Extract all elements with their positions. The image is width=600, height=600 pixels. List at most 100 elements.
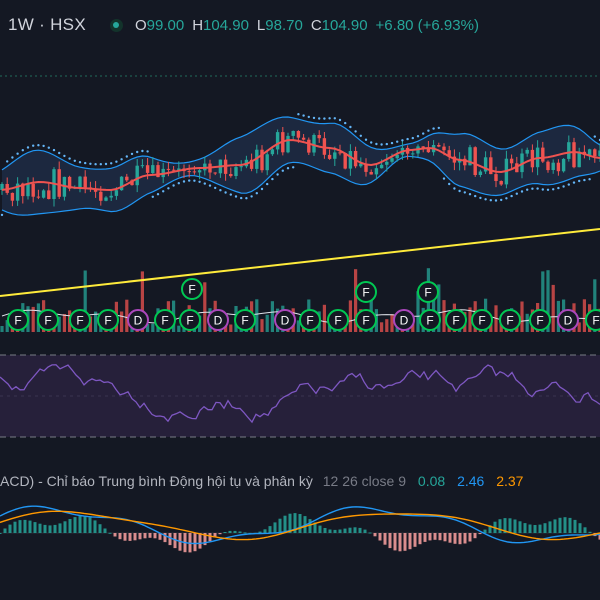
sar-dot <box>156 193 160 196</box>
macd-histogram-bar <box>0 533 2 534</box>
sar-dot <box>385 142 388 146</box>
sar-dot <box>250 195 253 198</box>
sar-dot <box>266 182 269 186</box>
event-marker-f[interactable]: F <box>179 309 201 331</box>
macd-header[interactable]: ACD) - Chỉ báo Trung bình Động hội tụ và… <box>0 473 523 489</box>
event-marker-f[interactable]: F <box>97 309 119 331</box>
candle-body <box>47 190 51 199</box>
event-marker-f[interactable]: F <box>419 309 441 331</box>
candle-body <box>31 183 35 197</box>
symbol-label[interactable]: 1W · HSX <box>8 15 86 35</box>
event-marker-f[interactable]: F <box>529 309 551 331</box>
sar-dot <box>359 134 362 137</box>
macd-histogram-bar <box>83 516 87 533</box>
sar-dot <box>99 163 103 166</box>
macd-histogram-bar <box>473 533 477 539</box>
candle-body <box>10 192 15 201</box>
event-marker-f[interactable]: F <box>181 278 203 300</box>
event-marker-d[interactable]: D <box>557 309 579 331</box>
high-key: H <box>192 16 204 34</box>
rsi-band-fill <box>0 355 600 437</box>
candle-body <box>307 139 311 153</box>
event-marker-d[interactable]: D <box>127 309 149 331</box>
macd-histogram-bar <box>553 519 557 533</box>
macd-histogram-bar <box>268 526 272 533</box>
close-key: C <box>310 16 322 34</box>
change-value: +6.80 (+6.93%) <box>375 16 479 34</box>
macd-histogram-bar <box>273 522 277 533</box>
macd-histogram-bar <box>233 530 237 533</box>
sar-dot <box>578 179 581 183</box>
sar-dot <box>380 143 383 146</box>
sar-dot <box>344 121 347 125</box>
volume-bar <box>380 322 384 332</box>
sar-dot <box>47 146 50 149</box>
volume-bar <box>0 326 4 332</box>
event-marker-f[interactable]: F <box>355 281 377 303</box>
low-key: L <box>256 16 266 34</box>
event-marker-f[interactable]: F <box>154 309 176 331</box>
macd-histogram-bar <box>28 520 32 533</box>
event-marker-f[interactable]: F <box>7 309 29 331</box>
sar-dot <box>115 160 118 163</box>
sar-dot <box>349 125 352 129</box>
candle-body <box>561 158 566 172</box>
event-marker-d[interactable]: D <box>393 309 415 331</box>
macd-histogram-bar <box>298 514 302 533</box>
candle-body <box>104 197 108 201</box>
macd-histogram-bar <box>378 533 382 541</box>
sar-dot <box>120 158 123 161</box>
event-marker-f[interactable]: F <box>471 309 493 331</box>
volume-bar <box>442 300 446 332</box>
event-marker-f[interactable]: F <box>585 309 600 331</box>
candle-body <box>265 154 269 171</box>
macd-histogram-bar <box>243 532 247 534</box>
event-marker-f[interactable]: F <box>69 309 91 331</box>
sar-dot <box>73 159 77 162</box>
event-marker-label: F <box>592 314 599 328</box>
event-marker-f[interactable]: F <box>299 309 321 331</box>
event-marker-f[interactable]: F <box>445 309 467 331</box>
candle-body <box>556 162 561 172</box>
macd-histogram-bar <box>338 529 342 533</box>
event-marker-f[interactable]: F <box>234 309 256 331</box>
volume-bar <box>120 311 124 332</box>
volume-bar <box>151 323 155 332</box>
event-marker-d[interactable]: D <box>274 309 296 331</box>
sar-dot <box>240 196 243 200</box>
volume-bar <box>551 284 555 332</box>
event-marker-f[interactable]: F <box>417 281 439 303</box>
ohlc-values: O 99.00 H 104.90 L 98.70 C 104.90 +6.80 (+6.… <box>135 17 479 34</box>
candle-body <box>478 171 483 175</box>
macd-signal-value: 2.37 <box>496 473 524 489</box>
chart-canvas[interactable]: F F F F D F F D F D F F F D F F F F F D FF FF <box>0 0 600 600</box>
event-marker-f[interactable]: F <box>355 309 377 331</box>
sar-dot <box>177 182 180 185</box>
event-marker-f[interactable]: F <box>327 309 349 331</box>
candle-body <box>437 145 441 147</box>
candle-body <box>36 196 41 198</box>
candle-body <box>379 164 384 169</box>
macd-histogram-bar <box>398 533 402 552</box>
event-marker-label: D <box>400 314 409 328</box>
sar-dot <box>364 138 368 141</box>
candle-body <box>338 152 342 154</box>
candle-body <box>99 191 103 201</box>
candle-body <box>83 176 87 188</box>
candle-body <box>234 167 238 176</box>
macd-histogram-bar <box>403 533 407 551</box>
macd-histogram-bar <box>478 533 482 535</box>
sar-dot <box>411 136 414 140</box>
event-marker-d[interactable]: D <box>207 309 229 331</box>
macd-histogram-bar <box>53 524 57 533</box>
candle-body <box>291 131 295 136</box>
sar-dot <box>104 162 108 166</box>
macd-histogram-bar <box>568 517 572 533</box>
event-marker-label: F <box>14 314 21 328</box>
macd-histogram-bar <box>193 533 197 552</box>
event-marker-f[interactable]: F <box>37 309 59 331</box>
candle-body <box>473 147 477 175</box>
macd-histogram-bar <box>98 524 102 533</box>
macd-histogram-bar <box>523 523 527 533</box>
event-marker-f[interactable]: F <box>499 309 521 331</box>
